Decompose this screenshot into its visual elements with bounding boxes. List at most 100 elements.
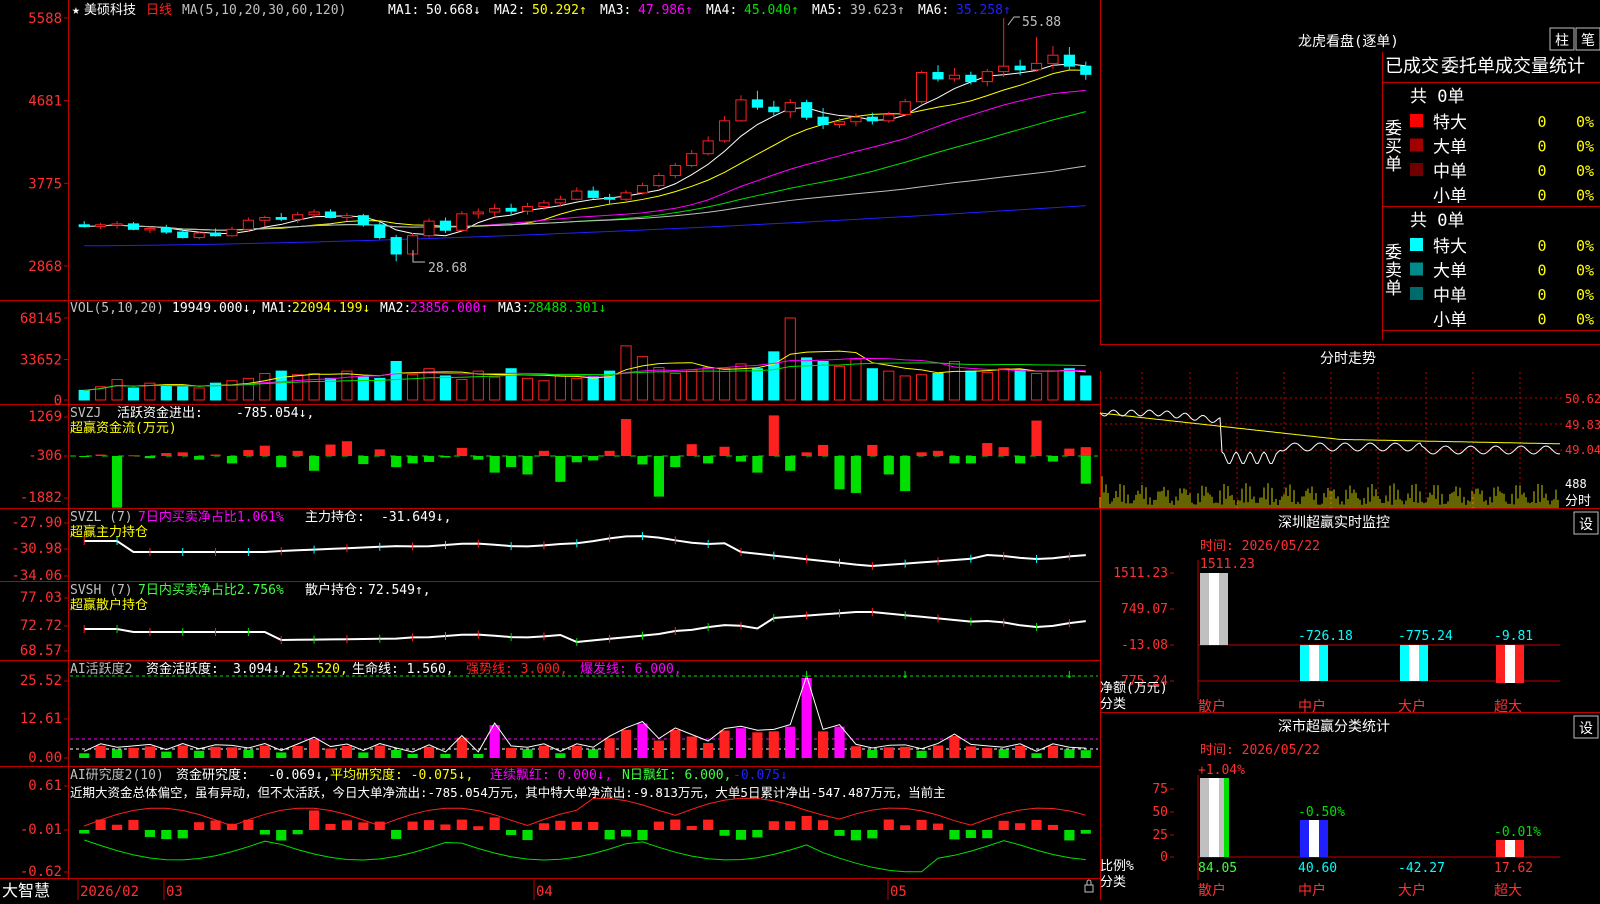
- ai-activity-bar[interactable]: [834, 726, 845, 758]
- volume-bar[interactable]: [850, 358, 862, 401]
- volume-bar[interactable]: [817, 360, 829, 401]
- ai-activity-bar[interactable]: [965, 746, 976, 758]
- ai-research-bar[interactable]: [949, 830, 960, 840]
- candle-body[interactable]: [538, 202, 550, 208]
- candle-body[interactable]: [193, 232, 205, 239]
- candle-body[interactable]: [998, 65, 1010, 73]
- svzj-bar[interactable]: [752, 456, 763, 473]
- svzj-bar[interactable]: [1047, 456, 1059, 462]
- candle-body[interactable]: [587, 190, 599, 198]
- ai-research-bar[interactable]: [358, 822, 369, 830]
- volume-bar[interactable]: [932, 373, 944, 401]
- svzj-bar[interactable]: [194, 456, 205, 460]
- svzj-bar[interactable]: [144, 456, 155, 459]
- ai-research-bar[interactable]: [686, 826, 697, 830]
- svzj-bar[interactable]: [506, 456, 517, 468]
- ai-research-bar[interactable]: [1064, 830, 1075, 841]
- ai-activity-bar[interactable]: [259, 745, 270, 758]
- svzj-bar[interactable]: [719, 446, 730, 456]
- ai-activity-bar[interactable]: [177, 745, 188, 758]
- ai-research-bar[interactable]: [965, 830, 976, 838]
- ai-research-bar[interactable]: [111, 824, 123, 830]
- tab-orders[interactable]: 委托单: [1441, 56, 1495, 77]
- svzj-bar[interactable]: [949, 456, 960, 464]
- ai-research-bar[interactable]: [768, 821, 779, 830]
- ai-activity-bar[interactable]: [686, 736, 697, 758]
- svzj-bar[interactable]: [161, 453, 172, 456]
- ai-activity-bar[interactable]: [276, 752, 287, 758]
- ai-research-bar[interactable]: [1080, 830, 1091, 834]
- ai-research-bar[interactable]: [341, 820, 353, 830]
- ai-research-bar[interactable]: [604, 830, 615, 840]
- svzj-bar[interactable]: [1080, 456, 1091, 484]
- svzj-bar[interactable]: [916, 452, 927, 456]
- ai-activity-bar[interactable]: [637, 723, 648, 758]
- ai-activity-bar[interactable]: [719, 730, 730, 758]
- candle-body[interactable]: [883, 113, 895, 122]
- ai-research-bar[interactable]: [440, 824, 451, 830]
- volume-bar[interactable]: [292, 374, 304, 401]
- ai-activity-bar[interactable]: [998, 749, 1009, 758]
- candle-body[interactable]: [965, 74, 977, 83]
- candle-body[interactable]: [833, 121, 846, 125]
- volume-bar[interactable]: [472, 370, 484, 401]
- volume-bar[interactable]: [390, 360, 402, 401]
- ai-research-bar[interactable]: [785, 821, 796, 830]
- ai-research-bar[interactable]: [473, 826, 484, 830]
- ai-research-bar[interactable]: [637, 830, 648, 841]
- svzj-bar[interactable]: [95, 454, 106, 456]
- ai-activity-bar[interactable]: [1047, 745, 1059, 758]
- candle-body[interactable]: [292, 214, 304, 220]
- ai-research-bar[interactable]: [538, 823, 550, 830]
- ai-activity-bar[interactable]: [440, 753, 451, 758]
- ai-research-bar[interactable]: [571, 821, 582, 830]
- candle-body[interactable]: [226, 228, 238, 237]
- candle-body[interactable]: [1030, 62, 1043, 71]
- volume-bar[interactable]: [489, 376, 501, 401]
- svzj-bar[interactable]: [588, 456, 599, 461]
- ai-activity-bar[interactable]: [292, 746, 303, 758]
- svzj-bar[interactable]: [620, 419, 632, 456]
- volume-bar[interactable]: [571, 377, 583, 401]
- candle-body[interactable]: [604, 196, 616, 200]
- volume-bar[interactable]: [127, 387, 140, 401]
- ai-research-bar[interactable]: [670, 819, 681, 830]
- candle-body[interactable]: [242, 219, 254, 230]
- ai-research-bar[interactable]: [653, 821, 664, 830]
- candle-body[interactable]: [374, 224, 386, 239]
- tab-volume[interactable]: 成交量: [1495, 56, 1549, 77]
- volume-bar[interactable]: [784, 317, 796, 401]
- tab-traded[interactable]: 已成交: [1385, 56, 1439, 77]
- volume-bar[interactable]: [308, 373, 320, 401]
- ai-research-bar[interactable]: [834, 830, 845, 836]
- svzj-bar[interactable]: [259, 445, 270, 456]
- svzj-bar[interactable]: [79, 456, 90, 457]
- ai-activity-bar[interactable]: [932, 745, 944, 758]
- candle-body[interactable]: [308, 211, 320, 216]
- monitor-setting-label[interactable]: 设: [1579, 517, 1593, 533]
- ai-research-bar[interactable]: [177, 830, 188, 839]
- volume-bar[interactable]: [965, 370, 977, 401]
- volume-bar[interactable]: [1063, 368, 1075, 401]
- svzj-bar[interactable]: [932, 450, 944, 456]
- volume-bar[interactable]: [439, 375, 452, 401]
- volume-bar[interactable]: [554, 375, 566, 401]
- candle-body[interactable]: [259, 216, 271, 221]
- candle-body[interactable]: [702, 140, 714, 155]
- ai-research-bar[interactable]: [1047, 824, 1059, 830]
- ai-research-bar[interactable]: [259, 830, 270, 835]
- ai-activity-bar[interactable]: [95, 745, 106, 758]
- svzj-bar[interactable]: [998, 447, 1009, 456]
- volume-bar[interactable]: [226, 380, 238, 401]
- volume-bar[interactable]: [160, 385, 172, 401]
- candle-body[interactable]: [784, 102, 796, 113]
- ai-activity-bar[interactable]: [1064, 749, 1075, 758]
- volume-bar[interactable]: [341, 370, 353, 401]
- volume-bar[interactable]: [193, 387, 205, 401]
- candle-body[interactable]: [1014, 65, 1026, 71]
- volume-bar[interactable]: [177, 386, 189, 401]
- candle-body[interactable]: [571, 190, 583, 200]
- svzj-bar[interactable]: [325, 444, 336, 456]
- candle-body[interactable]: [160, 227, 172, 233]
- ai-research-bar[interactable]: [1031, 819, 1042, 830]
